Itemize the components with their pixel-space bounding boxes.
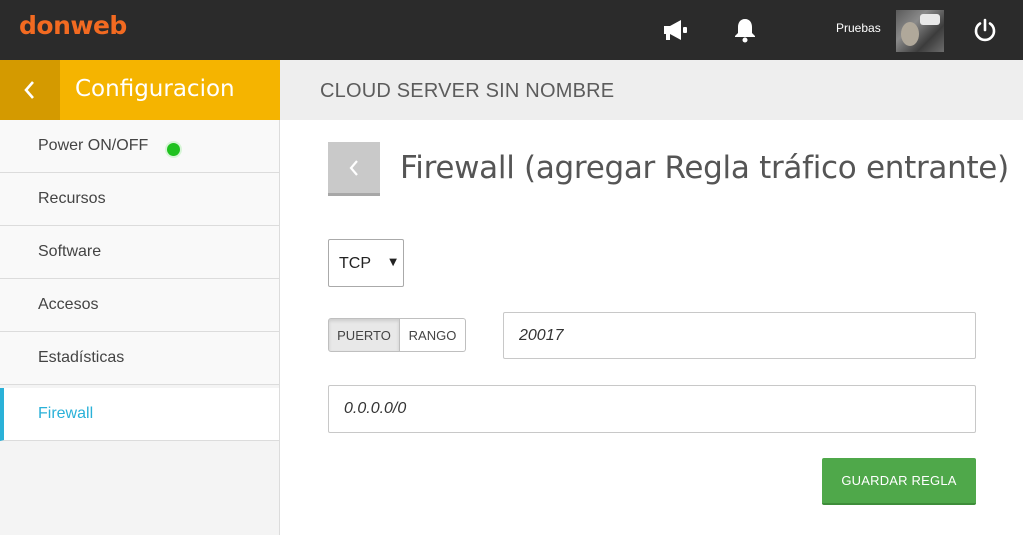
chevron-left-icon — [24, 81, 34, 99]
chevron-left-icon — [349, 159, 358, 176]
port-input[interactable] — [504, 313, 975, 358]
sidebar-item-label: Estadísticas — [38, 349, 125, 366]
sidebar-item-recursos[interactable]: Recursos — [0, 173, 279, 226]
sidebar-header: Configuracion — [0, 60, 280, 120]
rango-option[interactable]: RANGO — [400, 318, 466, 352]
port-field[interactable] — [503, 312, 976, 359]
bell-icon[interactable] — [730, 15, 760, 45]
top-bar: donweb Pruebas — [0, 0, 1023, 60]
ip-input[interactable] — [329, 386, 975, 432]
sidebar-item-power[interactable]: Power ON/OFF — [0, 120, 279, 173]
sidebar-item-label: Software — [38, 243, 102, 260]
avatar-face — [901, 22, 919, 46]
save-rule-button[interactable]: GUARDAR REGLA — [822, 458, 976, 505]
user-name[interactable]: Pruebas — [836, 21, 881, 35]
sidebar-item-label: Recursos — [38, 190, 106, 207]
sidebar-item-estadisticas[interactable]: Estadísticas — [0, 332, 279, 385]
puerto-option[interactable]: PUERTO — [328, 318, 400, 352]
power-status-indicator — [167, 143, 180, 156]
protocol-selected-value: TCP — [339, 255, 371, 272]
sidebar-back-button[interactable] — [0, 60, 60, 120]
content-header: CLOUD SERVER SIN NOMBRE — [280, 60, 1023, 120]
back-button[interactable] — [328, 142, 380, 196]
sidebar-item-label: Firewall — [38, 405, 94, 422]
avatar[interactable] — [896, 10, 944, 52]
avatar-speech-bubble — [920, 14, 940, 25]
sidebar-item-software[interactable]: Software — [0, 226, 279, 279]
sidebar-nav: Power ON/OFF Recursos Software Accesos E… — [0, 120, 280, 535]
caret-down-icon: ▼ — [389, 257, 397, 268]
protocol-select[interactable]: TCP ▼ — [328, 239, 404, 287]
sidebar-item-label: Accesos — [38, 296, 99, 313]
server-name: CLOUD SERVER SIN NOMBRE — [320, 80, 615, 102]
donweb-logo[interactable]: donweb — [19, 11, 127, 40]
sidebar-item-accesos[interactable]: Accesos — [0, 279, 279, 332]
sidebar-title: Configuracion — [75, 76, 235, 102]
page-title: Firewall (agregar Regla tráfico entrante… — [400, 150, 1009, 186]
sidebar-item-label: Power ON/OFF — [38, 137, 149, 154]
megaphone-icon[interactable] — [660, 15, 690, 45]
sidebar-item-firewall[interactable]: Firewall — [0, 388, 279, 441]
port-mode-toggle: PUERTO RANGO — [328, 318, 466, 352]
ip-field[interactable] — [328, 385, 976, 433]
power-icon[interactable] — [970, 15, 1000, 45]
